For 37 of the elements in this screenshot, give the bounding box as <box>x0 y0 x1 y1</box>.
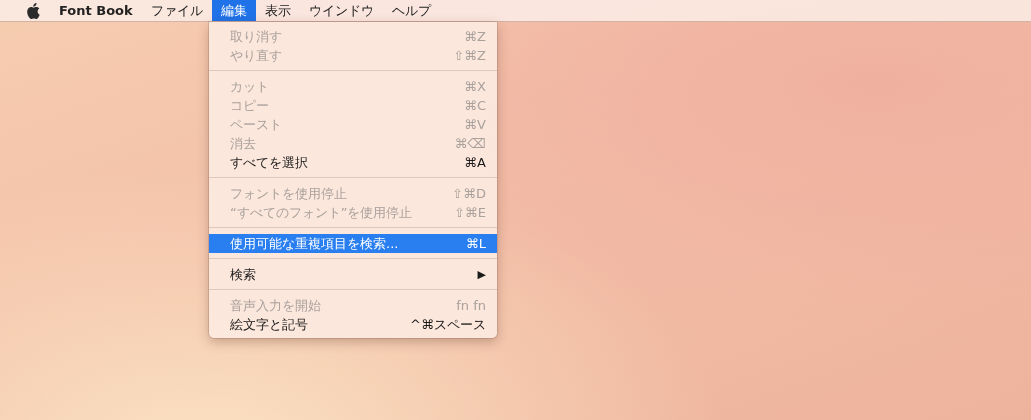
menu-item[interactable]: すべてを選択 ⌘A <box>209 153 497 172</box>
menu-bar-item[interactable]: 編集 <box>211 0 256 21</box>
menu-item[interactable]: 絵文字と記号 ^⌘スペース <box>209 315 497 334</box>
menu-item-label: やり直す <box>230 46 282 65</box>
menu-item-label: “すべてのフォント”を使用停止 <box>230 203 413 222</box>
menu-shortcut: ⌘C <box>463 98 486 113</box>
menu-item-label: 取り消す <box>230 27 282 46</box>
menu-bar-item[interactable]: 表示 <box>255 0 300 21</box>
menu-item[interactable]: 使用可能な重複項目を検索... ⌘L <box>209 234 497 253</box>
menu-shortcut: ⌘A <box>464 155 486 170</box>
menu-shortcut: ⌘⌫ <box>454 136 486 151</box>
apple-logo-icon <box>26 2 40 19</box>
menu-item-label: ペースト <box>230 115 282 134</box>
menu-item-label: すべてを選択 <box>230 153 308 172</box>
menu-item-label: 検索 <box>230 265 256 284</box>
menu-item-label: 使用可能な重複項目を検索... <box>230 234 399 253</box>
menu-item[interactable]: 検索 ▶ <box>209 265 497 284</box>
menu-shortcut: ⌘Z <box>464 29 486 44</box>
menu-item-label: コピー <box>230 96 269 115</box>
menu-shortcut: fn fn <box>456 298 486 313</box>
menu-shortcut: ⇧⌘Z <box>453 48 486 63</box>
app-name-menu[interactable]: Font Book <box>50 0 142 21</box>
submenu-arrow: ▶ <box>477 268 486 281</box>
menu-shortcut: ⌘L <box>465 236 486 251</box>
menu-shortcut: ⇧⌘E <box>453 205 486 220</box>
menu-shortcut: ⌘V <box>464 117 486 132</box>
menu-bar-item[interactable]: ファイル <box>141 0 212 21</box>
menu-item-label: カット <box>230 77 269 96</box>
menu-bar-item[interactable]: ウインドウ <box>299 0 383 21</box>
menu-shortcut: ⇧⌘D <box>452 186 486 201</box>
menu-item-label: 絵文字と記号 <box>230 315 308 334</box>
menu-bar-item[interactable]: ヘルプ <box>382 0 440 21</box>
menu-shortcut: ⌘X <box>464 79 486 94</box>
menu-shortcut: ^⌘スペース <box>410 315 486 334</box>
menu-item-label: 消去 <box>230 134 256 153</box>
menu-item-label: フォントを使用停止 <box>230 184 347 203</box>
menu-item-label: 音声入力を開始 <box>230 296 321 315</box>
